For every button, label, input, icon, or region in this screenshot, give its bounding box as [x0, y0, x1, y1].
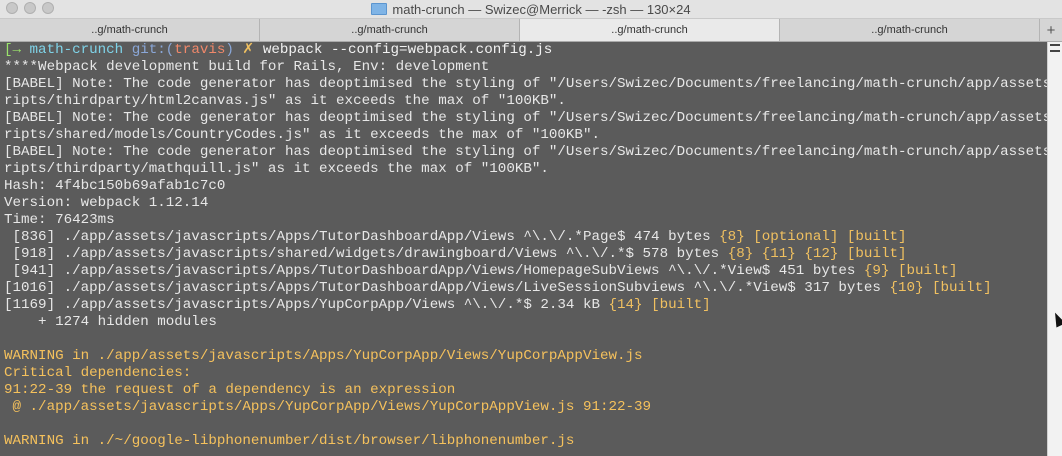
- terminal-text-segment: [941] ./app/assets/javascripts/Apps/Tuto…: [4, 263, 864, 279]
- terminal-text-segment: [built]: [932, 280, 992, 296]
- window-titlebar: math-crunch — Swizec@Merrick — -zsh — 13…: [0, 0, 1062, 19]
- terminal-text-segment: {12}: [804, 246, 839, 262]
- terminal-line: [1016] ./app/assets/javascripts/Apps/Tut…: [4, 280, 1048, 297]
- terminal-text-segment: {9}: [863, 263, 890, 279]
- terminal-text-segment: WARNING in ./app/assets/javascripts/Apps…: [4, 348, 643, 364]
- tab-label: ..g/math-crunch: [611, 24, 688, 36]
- terminal-text-segment: [BABEL] Note: The code generator has deo…: [4, 144, 1048, 160]
- terminal-text-segment: ripts/shared/models/CountryCodes.js" as …: [4, 127, 600, 143]
- terminal-text-segment: Version: webpack 1.12.14: [4, 195, 209, 211]
- terminal-text-segment: ****Webpack development build for Rails,…: [4, 59, 490, 75]
- terminal-text-segment: webpack --config=webpack.config.js: [262, 42, 553, 58]
- terminal-text-segment: [optional]: [753, 229, 839, 245]
- terminal-text-segment: {14}: [608, 297, 643, 313]
- terminal-line: [941] ./app/assets/javascripts/Apps/Tuto…: [4, 263, 1048, 280]
- tab-2[interactable]: ..g/math-crunch: [260, 19, 520, 41]
- terminal-text-segment: [built]: [846, 246, 907, 262]
- folder-icon: [371, 3, 388, 15]
- terminal-text-segment: [836] ./app/assets/javascripts/Apps/Tuto…: [4, 229, 720, 245]
- terminal-text-segment: git:(: [131, 42, 175, 58]
- tab-1[interactable]: ..g/math-crunch: [0, 19, 260, 41]
- terminal-text-segment: [1016] ./app/assets/javascripts/Apps/Tut…: [4, 280, 890, 296]
- tab-label: ..g/math-crunch: [351, 24, 428, 36]
- terminal-line: WARNING in ./~/google-libphonenumber/dis…: [4, 433, 1048, 450]
- tab-label: ..g/math-crunch: [91, 24, 168, 36]
- terminal-line: @ ./app/assets/javascripts/Apps/YupCorpA…: [4, 399, 1048, 416]
- terminal-line: [BABEL] Note: The code generator has deo…: [4, 110, 1048, 127]
- terminal-text-segment: {10}: [889, 280, 924, 296]
- terminal-text-segment: travis: [174, 42, 226, 58]
- terminal-text-segment: {11}: [761, 246, 796, 262]
- terminal-text-segment: [built]: [897, 263, 958, 279]
- terminal-line: ripts/thirdparty/html2canvas.js" as it e…: [4, 93, 1048, 110]
- scrollbar-lines-icon: [1050, 44, 1060, 52]
- terminal-line: Hash: 4f4bc150b69afab1c7c0: [4, 178, 1048, 195]
- terminal-line: [918] ./app/assets/javascripts/shared/wi…: [4, 246, 1048, 263]
- terminal-text-segment: ripts/thirdparty/html2canvas.js" as it e…: [4, 93, 566, 109]
- terminal-text-segment: [built]: [846, 229, 907, 245]
- terminal-line: 91:22-39 the request of a dependency is …: [4, 382, 1048, 399]
- window-title: math-crunch — Swizec@Merrick — -zsh — 13…: [392, 1, 691, 17]
- terminal-scrollbar[interactable]: [1047, 42, 1062, 456]
- terminal-line: Time: 76423ms: [4, 212, 1048, 229]
- terminal-text-segment: {8}: [727, 246, 754, 262]
- terminal-line: ripts/thirdparty/mathquill.js" as it exc…: [4, 161, 1048, 178]
- terminal-line: [836] ./app/assets/javascripts/Apps/Tuto…: [4, 229, 1048, 246]
- terminal-line: WARNING in ./app/assets/javascripts/Apps…: [4, 348, 1048, 365]
- terminal-text-segment: ripts/thirdparty/mathquill.js" as it exc…: [4, 161, 549, 177]
- window-title-wrap: math-crunch — Swizec@Merrick — -zsh — 13…: [0, 0, 1062, 18]
- terminal-text-segment: math-crunch: [29, 42, 132, 58]
- terminal-line: [1169] ./app/assets/javascripts/Apps/Yup…: [4, 297, 1048, 314]
- terminal-text-segment: 91:22-39 the request of a dependency is …: [4, 382, 456, 398]
- terminal-line: Critical dependencies:: [4, 365, 1048, 382]
- terminal-text-segment: Hash: 4f4bc150b69afab1c7c0: [4, 178, 226, 194]
- tab-bar: ..g/math-crunch ..g/math-crunch ..g/math…: [0, 19, 1062, 42]
- terminal-text-segment: Time: 76423ms: [4, 212, 115, 228]
- terminal-line: [BABEL] Note: The code generator has deo…: [4, 76, 1048, 93]
- terminal-output[interactable]: [→ math-crunch git:(travis) ✗ webpack --…: [0, 42, 1048, 456]
- terminal-text-segment: [918] ./app/assets/javascripts/shared/wi…: [4, 246, 728, 262]
- terminal-text-segment: [1169] ./app/assets/javascripts/Apps/Yup…: [4, 297, 609, 313]
- terminal-line: [BABEL] Note: The code generator has deo…: [4, 144, 1048, 161]
- tab-3[interactable]: ..g/math-crunch: [520, 19, 780, 41]
- tab-4[interactable]: ..g/math-crunch: [780, 19, 1040, 41]
- terminal-text-segment: [built]: [651, 297, 711, 313]
- terminal-line: [→ math-crunch git:(travis) ✗ webpack --…: [4, 42, 1048, 59]
- terminal-text-segment: ): [225, 42, 243, 58]
- terminal-text-segment: WARNING in ./~/google-libphonenumber/dis…: [4, 433, 575, 449]
- terminal-text-segment: {8}: [719, 229, 745, 245]
- terminal-text-segment: + 1274 hidden modules: [4, 314, 217, 330]
- terminal-text-segment: Critical dependencies:: [4, 365, 192, 381]
- tab-label: ..g/math-crunch: [871, 24, 948, 36]
- terminal-text-segment: ✗: [242, 42, 263, 58]
- add-tab-button[interactable]: +: [1040, 19, 1062, 41]
- terminal-line: Version: webpack 1.12.14: [4, 195, 1048, 212]
- terminal-text-segment: [→: [4, 42, 30, 58]
- terminal-line: ripts/shared/models/CountryCodes.js" as …: [4, 127, 1048, 144]
- terminal-text-segment: @ ./app/assets/javascripts/Apps/YupCorpA…: [4, 399, 652, 415]
- terminal-text-segment: [BABEL] Note: The code generator has deo…: [4, 110, 1048, 126]
- terminal-line: + 1274 hidden modules: [4, 314, 1048, 331]
- terminal-text-segment: [BABEL] Note: The code generator has deo…: [4, 76, 1048, 92]
- terminal-line: ****Webpack development build for Rails,…: [4, 59, 1048, 76]
